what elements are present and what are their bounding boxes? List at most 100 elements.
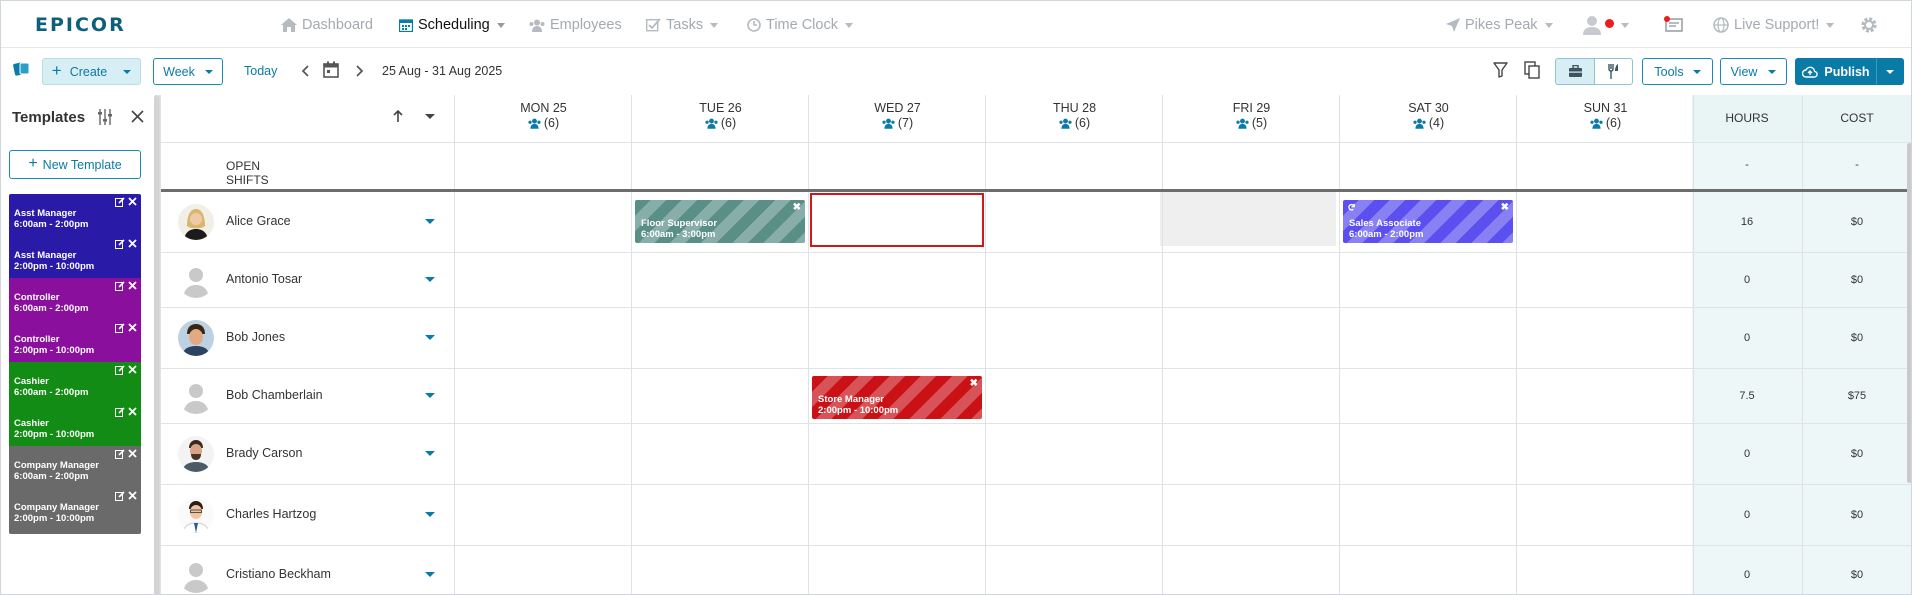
close-templates-button[interactable] [131,110,144,123]
users-icon [882,118,895,129]
nav-employees[interactable]: Employees [529,15,622,35]
stickers-icon[interactable] [13,61,31,77]
template-card[interactable]: Cashier 2:00pm - 10:00pm [9,404,141,450]
delete-icon[interactable] [128,323,137,333]
delete-icon[interactable] [128,491,137,501]
employee-row: Brady Carson 0 $0 [161,423,1911,484]
shift-card[interactable]: ✖ Sales Associate 6:00am - 2:00pm [1343,200,1513,243]
copy-button[interactable] [1524,61,1540,79]
day-header[interactable]: THU 28 (6) [986,95,1163,142]
shift-card[interactable]: ✖ Floor Supervisor 6:00am - 3:00pm [635,200,805,243]
template-card[interactable]: Asst Manager 2:00pm - 10:00pm [9,236,141,282]
employee-avatar[interactable] [178,378,214,414]
sort-button[interactable] [393,109,403,122]
positions-view-toggle[interactable] [1555,58,1595,85]
remove-shift-icon[interactable]: ✖ [793,202,801,213]
delete-icon[interactable] [128,365,137,375]
view-menu[interactable]: View [1720,58,1787,85]
next-week-button[interactable] [356,65,364,77]
day-header[interactable]: MON 25 (6) [455,95,632,142]
employee-name[interactable]: Charles Hartzog [226,507,316,521]
new-template-button[interactable]: + New Template [9,150,141,179]
employee-menu-chevron[interactable] [425,277,435,282]
user-menu[interactable] [1582,15,1629,35]
day-header[interactable]: WED 27 (7) [809,95,986,142]
live-support[interactable]: Live Support! [1713,15,1835,35]
template-card[interactable]: Company Manager 2:00pm - 10:00pm [9,488,141,534]
employee-avatar[interactable] [178,204,214,240]
employee-name[interactable]: Alice Grace [226,214,291,228]
today-button[interactable]: Today [244,64,277,78]
open-shifts-cost: - [1855,159,1859,171]
delete-icon[interactable] [128,197,137,207]
sort-options-button[interactable] [425,114,435,119]
employee-row: Bob Chamberlain 7.5 $75 [161,368,1911,423]
employee-menu-chevron[interactable] [425,393,435,398]
employee-name[interactable]: Cristiano Beckham [226,567,331,581]
template-card[interactable]: Controller 2:00pm - 10:00pm [9,320,141,366]
employee-name[interactable]: Brady Carson [226,446,302,460]
edit-icon[interactable] [115,239,125,249]
day-header[interactable]: SAT 30 (4) [1340,95,1517,142]
selected-cell[interactable] [810,193,984,247]
nav-tasks[interactable]: Tasks [646,15,719,35]
previous-week-button[interactable] [301,65,309,77]
message-icon [1664,16,1684,34]
templates-scrollbar[interactable] [154,95,159,594]
grid-scrollbar[interactable] [1907,143,1911,483]
tools-menu[interactable]: Tools [1642,58,1713,85]
template-card[interactable]: Asst Manager 6:00am - 2:00pm [9,194,141,240]
day-header[interactable]: TUE 26 (6) [632,95,809,142]
remove-shift-icon[interactable]: ✖ [970,378,978,389]
employee-avatar[interactable] [178,262,214,298]
shift-card[interactable]: ✖ Store Manager 2:00pm - 10:00pm [812,376,982,419]
employee-name[interactable]: Bob Jones [226,330,285,344]
edit-icon[interactable] [115,281,125,291]
employee-name[interactable]: Antonio Tosar [226,272,302,286]
employee-avatar[interactable] [178,320,214,356]
chevron-down-icon [1692,69,1701,74]
edit-icon[interactable] [115,449,125,459]
template-card[interactable]: Controller 6:00am - 2:00pm [9,278,141,324]
epicor-logo[interactable]: EPICOR [35,14,126,36]
day-header[interactable]: FRI 29 (5) [1163,95,1340,142]
nav-time-clock[interactable]: Time Clock [747,15,853,35]
edit-icon[interactable] [115,491,125,501]
edit-icon[interactable] [115,197,125,207]
week-view-select[interactable]: Week [153,58,223,85]
edit-icon[interactable] [115,407,125,417]
settings-button[interactable] [1860,15,1878,35]
employee-menu-chevron[interactable] [425,512,435,517]
employee-menu-chevron[interactable] [425,335,435,340]
employee-menu-chevron[interactable] [425,451,435,456]
employee-menu-chevron[interactable] [425,572,435,577]
remove-shift-icon[interactable]: ✖ [1501,202,1509,213]
templates-title: Templates [12,109,86,126]
edit-icon[interactable] [115,365,125,375]
restaurant-view-toggle[interactable] [1594,58,1633,85]
template-card[interactable]: Company Manager 6:00am - 2:00pm [9,446,141,492]
day-header[interactable]: SUN 31 (6) [1517,95,1694,142]
employee-menu-chevron[interactable] [425,219,435,224]
publish-button[interactable]: Publish [1795,58,1877,85]
schedule-toolbar: + Create Week Today 25 Aug - 31 Aug 2025 [1,49,1911,94]
template-settings-button[interactable] [97,109,113,125]
filter-button[interactable] [1493,62,1508,78]
delete-icon[interactable] [128,239,137,249]
employee-avatar[interactable] [178,557,214,593]
delete-icon[interactable] [128,407,137,417]
delete-icon[interactable] [128,449,137,459]
employee-name[interactable]: Bob Chamberlain [226,388,323,402]
location-selector[interactable]: Pikes Peak [1446,15,1553,35]
template-card[interactable]: Cashier 6:00am - 2:00pm [9,362,141,408]
publish-options-button[interactable] [1876,58,1904,85]
employee-avatar[interactable] [178,497,214,533]
nav-dashboard[interactable]: Dashboard [281,15,373,35]
employee-avatar[interactable] [178,436,214,472]
create-button[interactable]: + Create [42,58,141,85]
messages-button[interactable] [1664,15,1684,35]
delete-icon[interactable] [128,281,137,291]
date-picker-button[interactable] [323,61,339,78]
nav-scheduling[interactable]: Scheduling [399,15,505,35]
edit-icon[interactable] [115,323,125,333]
